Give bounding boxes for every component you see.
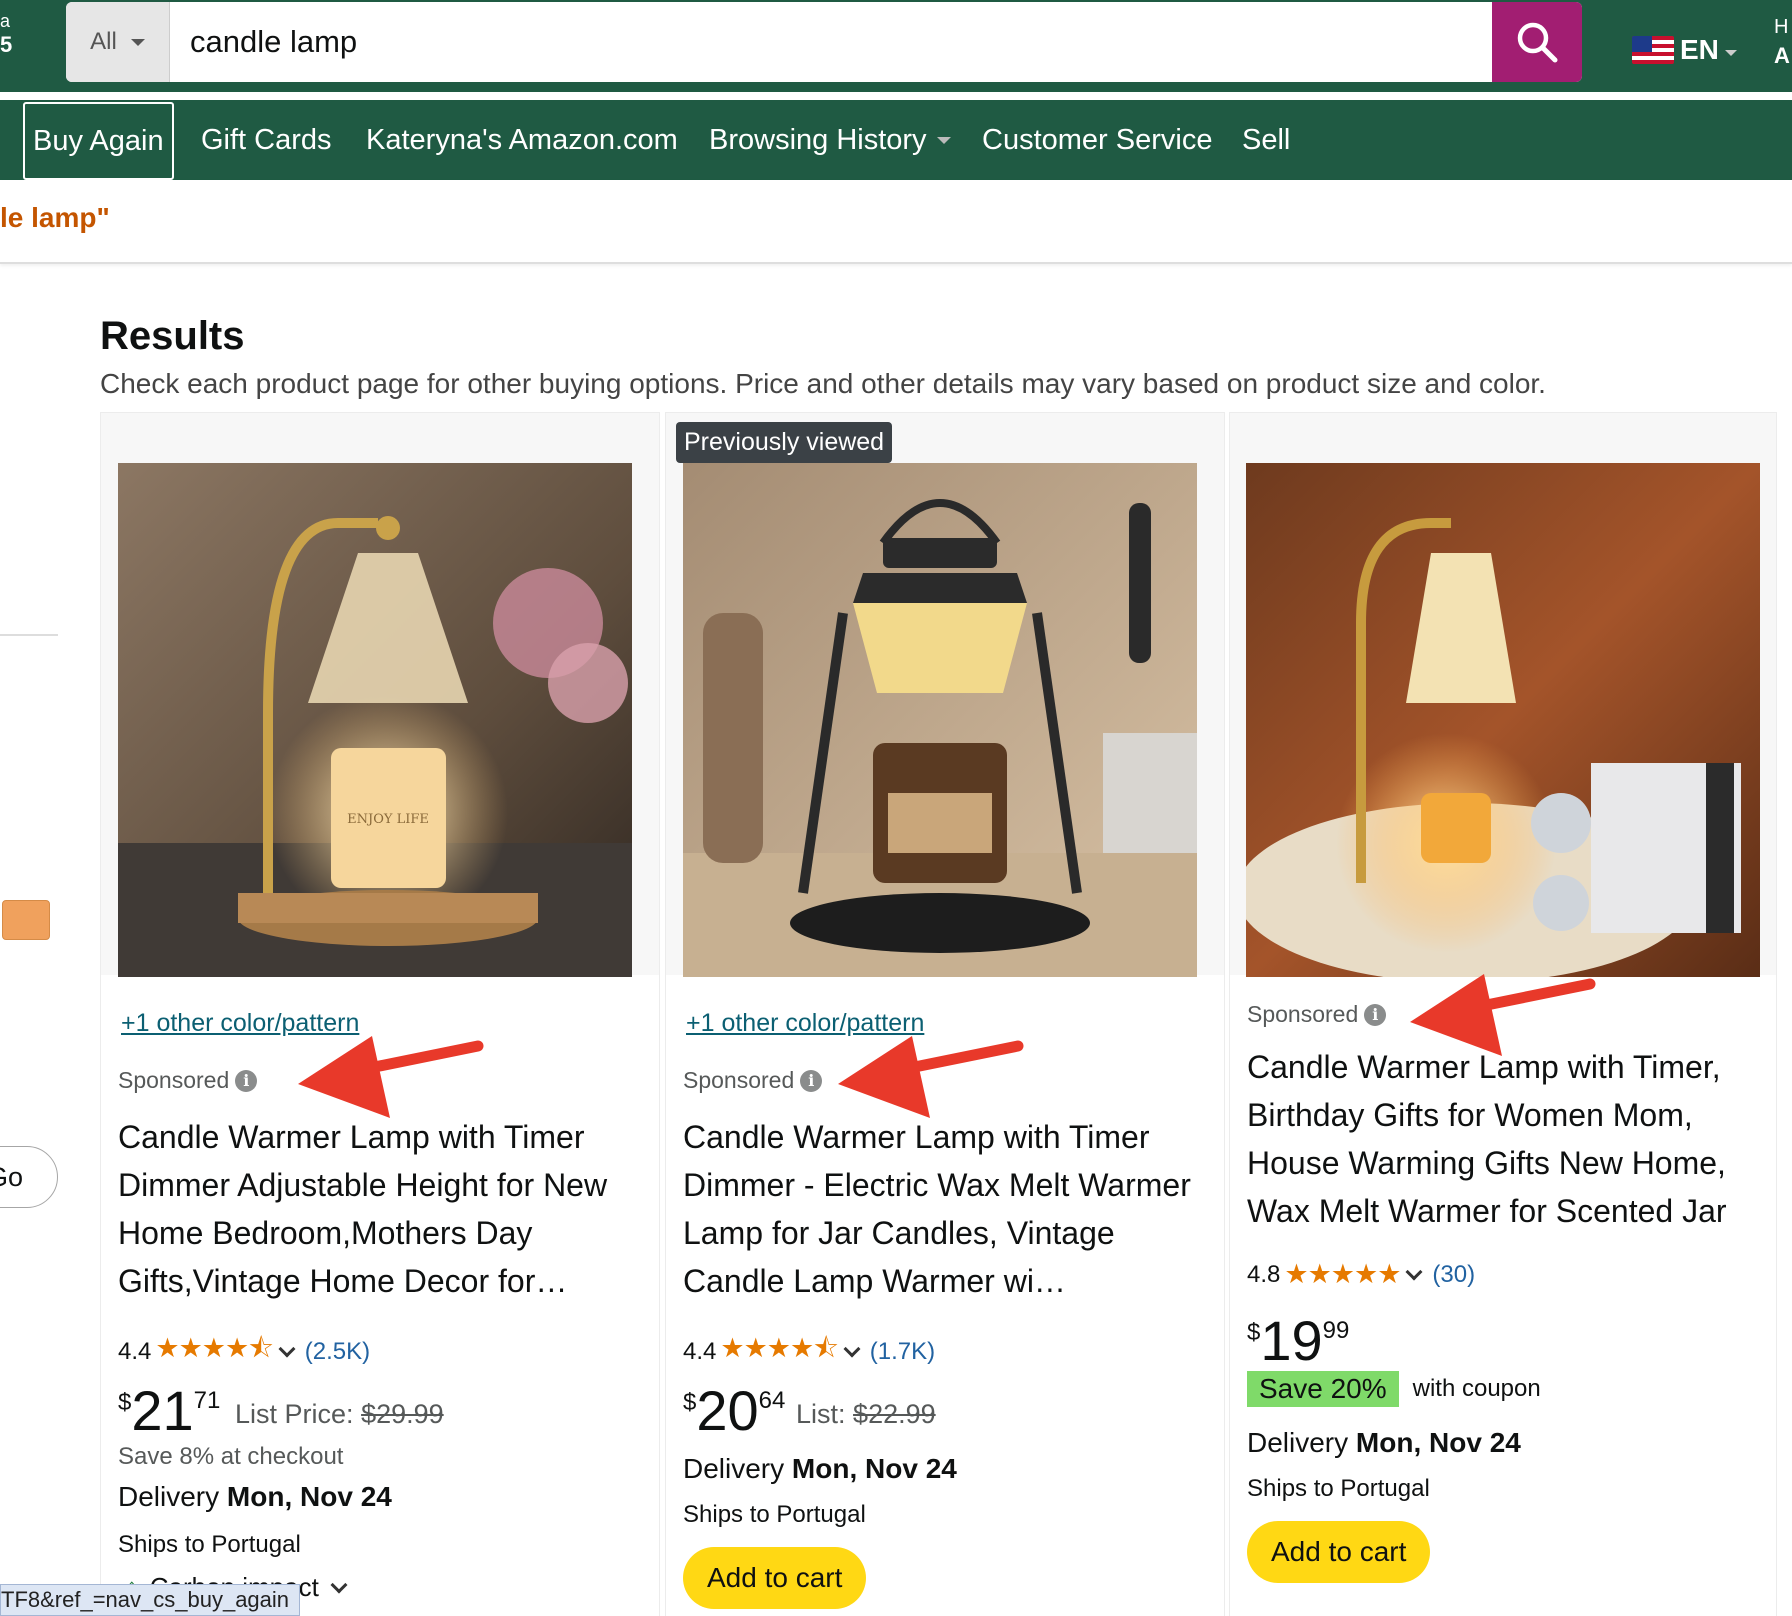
ships-to: Ships to Portugal: [118, 1531, 301, 1558]
us-flag-icon: [1632, 36, 1674, 64]
search-icon: [1517, 22, 1558, 63]
annotation-arrow: [1410, 974, 1596, 1056]
info-icon[interactable]: i: [800, 1069, 823, 1092]
nav-sell[interactable]: Sell: [1242, 100, 1290, 180]
annotation-arrow: [838, 1036, 1024, 1118]
results-subtitle: Check each product page for other buying…: [100, 368, 1546, 399]
product-price[interactable]: $ 19 99: [1247, 1313, 1349, 1369]
product-card: ENJOY LIFE +1 other color/pattern Sponso…: [100, 412, 660, 1616]
product-image[interactable]: [1246, 463, 1760, 977]
coupon-row[interactable]: Save 20% with coupon: [1247, 1371, 1541, 1407]
nav-buy-again[interactable]: Buy Again: [23, 102, 174, 180]
nav-user-amazon[interactable]: Kateryna's Amazon.com: [366, 100, 678, 180]
product-title[interactable]: Candle Warmer Lamp with Timer Dimmer - E…: [683, 1113, 1193, 1305]
product-card: Previously viewed +1 other color/pattern: [665, 412, 1225, 1616]
list-price: List: $22.99: [796, 1399, 936, 1429]
chevron-down-icon[interactable]: [278, 1340, 296, 1358]
svg-text:ENJOY LIFE: ENJOY LIFE: [347, 812, 429, 827]
results-info-bar: le lamp": [0, 180, 1792, 264]
add-to-cart-button[interactable]: Add to cart: [1247, 1521, 1431, 1583]
chevron-down-icon[interactable]: [843, 1340, 861, 1358]
star-rating-icon[interactable]: ★★★★⯪: [720, 1329, 838, 1375]
chevron-down-icon[interactable]: [1405, 1263, 1423, 1280]
save-at-checkout: Save 8% at checkout: [118, 1443, 344, 1470]
annotation-arrow: [298, 1036, 484, 1118]
previously-viewed-badge: Previously viewed: [676, 422, 893, 463]
deliver-to-edge[interactable]: a 5: [0, 12, 12, 60]
search-button[interactable]: [1492, 2, 1582, 82]
language-selector[interactable]: EN: [1632, 34, 1737, 66]
nav-gift-cards[interactable]: Gift Cards: [201, 100, 332, 180]
sponsored-label[interactable]: Sponsored i: [118, 1067, 258, 1094]
list-price: List Price: $29.99: [235, 1399, 444, 1429]
search-query-breadcrumb: le lamp": [0, 202, 110, 233]
product-price[interactable]: $ 20 64: [683, 1383, 785, 1439]
product-rating: 4.4 ★★★★⯪ (1.7K): [683, 1329, 935, 1375]
coupon-badge: Save 20%: [1247, 1371, 1399, 1407]
chevron-down-icon: [936, 136, 951, 144]
sponsored-label[interactable]: Sponsored i: [683, 1067, 823, 1094]
ships-to: Ships to Portugal: [683, 1501, 866, 1528]
nav-customer-service[interactable]: Customer Service: [982, 100, 1212, 180]
product-price[interactable]: $ 21 71: [118, 1383, 220, 1439]
sponsored-label[interactable]: Sponsored i: [1247, 1001, 1387, 1028]
chevron-down-icon: [1724, 50, 1737, 56]
results-heading: Results: [100, 314, 245, 358]
search-input[interactable]: [170, 2, 1492, 82]
delivery-info: Delivery Mon, Nov 24: [683, 1453, 957, 1484]
info-icon[interactable]: i: [1364, 1003, 1387, 1026]
star-rating-icon[interactable]: ★★★★★: [1284, 1259, 1401, 1290]
product-image[interactable]: [683, 463, 1197, 977]
product-image[interactable]: ENJOY LIFE: [118, 463, 632, 977]
delivery-info: Delivery Mon, Nov 24: [118, 1481, 392, 1512]
status-bar-url: TF8&ref_=nav_cs_buy_again: [0, 1584, 301, 1616]
add-to-cart-button[interactable]: Add to cart: [683, 1547, 867, 1609]
search-category-dropdown[interactable]: All: [66, 2, 170, 82]
product-rating: 4.4 ★★★★⯪ (2.5K): [118, 1329, 370, 1375]
nav-browsing-history[interactable]: Browsing History: [709, 100, 951, 180]
info-icon[interactable]: i: [235, 1069, 258, 1092]
nav-bar: Buy Again Gift Cards Kateryna's Amazon.c…: [0, 100, 1792, 180]
rating-count-link[interactable]: (1.7K): [870, 1338, 935, 1366]
search-category-label: All: [90, 28, 117, 55]
search-bar: All: [66, 2, 1582, 82]
color-swatch-orange[interactable]: [2, 900, 50, 940]
delivery-info: Delivery Mon, Nov 24: [1247, 1427, 1521, 1458]
account-edge[interactable]: H A: [1774, 14, 1790, 72]
product-title[interactable]: Candle Warmer Lamp with Timer, Birthday …: [1247, 1043, 1757, 1235]
top-header: a 5 All EN H A: [0, 0, 1792, 92]
chevron-down-icon: [330, 1576, 348, 1593]
product-title[interactable]: Candle Warmer Lamp with Timer Dimmer Adj…: [118, 1113, 628, 1305]
rating-count-link[interactable]: (2.5K): [305, 1338, 370, 1366]
language-label: EN: [1680, 34, 1719, 65]
rating-count-link[interactable]: (30): [1432, 1261, 1475, 1289]
price-go-button[interactable]: Go: [0, 1146, 58, 1208]
sidebar-divider: [0, 634, 58, 636]
ships-to: Ships to Portugal: [1247, 1475, 1430, 1502]
star-rating-icon[interactable]: ★★★★⯪: [155, 1329, 273, 1375]
chevron-down-icon: [130, 38, 145, 46]
product-rating: 4.8 ★★★★★ (30): [1247, 1259, 1476, 1290]
